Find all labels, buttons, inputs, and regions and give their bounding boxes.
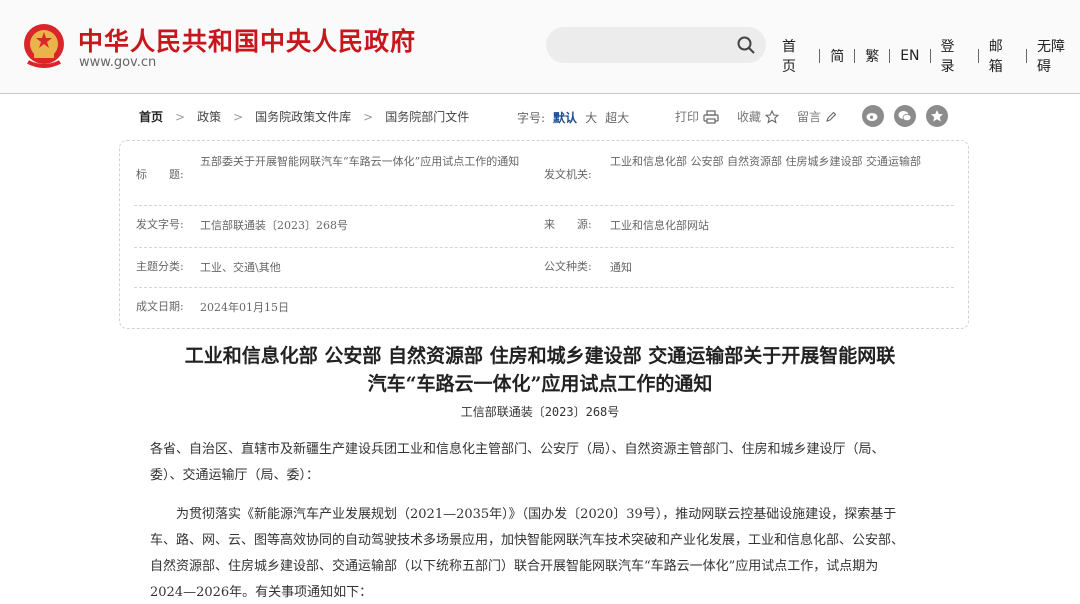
wechat-icon[interactable] bbox=[894, 105, 916, 127]
breadcrumb-policy-library[interactable]: 国务院政策文件库 bbox=[255, 108, 351, 125]
paragraph-line: 自然资源部、住房城乡建设部、交通运输部（以下统称五部门）联合开展智能网联汽车“车… bbox=[150, 559, 879, 574]
issuer-label: 发文机关: bbox=[544, 168, 592, 181]
article-title-line1: 工业和信息化部 公安部 自然资源部 住房和城乡建设部 交通运输部关于开展智能网联 bbox=[184, 345, 896, 367]
weibo-icon[interactable] bbox=[862, 105, 884, 127]
divider bbox=[929, 49, 931, 63]
category-label: 主题分类: bbox=[136, 260, 184, 273]
font-size-switcher: 字号: 默认 大 超大 bbox=[517, 109, 629, 126]
favorite-button[interactable]: 收藏 bbox=[737, 108, 780, 125]
breadcrumb-policy[interactable]: 政策 bbox=[197, 108, 221, 125]
divider bbox=[854, 49, 856, 63]
share-icons bbox=[862, 105, 948, 127]
nav-english[interactable]: EN bbox=[898, 48, 921, 64]
info-row-date: 成文日期: 2024年01月15日 bbox=[134, 288, 954, 326]
breadcrumb-home[interactable]: 首页 bbox=[139, 108, 163, 125]
nav-accessibility[interactable]: 无障碍 bbox=[1035, 36, 1080, 76]
search-input[interactable] bbox=[546, 27, 766, 63]
paragraph-line: 为贯彻落实《新能源汽车产业发展规划（2021—2035年）》（国办发〔2020〕… bbox=[150, 507, 897, 522]
info-row-category: 主题分类: 工业、交通\其他 公文种类: 通知 bbox=[134, 248, 954, 288]
category-value: 工业、交通\其他 bbox=[200, 261, 281, 274]
search-icon[interactable] bbox=[736, 35, 756, 55]
national-emblem-icon[interactable] bbox=[20, 22, 68, 70]
date-label: 成文日期: bbox=[136, 300, 184, 313]
breadcrumb-dept-docs[interactable]: 国务院部门文件 bbox=[385, 108, 469, 125]
divider bbox=[819, 49, 821, 63]
document-info-table: 标 题: 五部委关于开展智能网联汽车“车路云一体化”应用试点工作的通知 发文机关… bbox=[119, 140, 969, 329]
nav-traditional[interactable]: 繁 bbox=[863, 46, 881, 66]
article-doc-number: 工信部联通装〔2023〕268号 bbox=[460, 405, 620, 419]
article-title: 工业和信息化部 公安部 自然资源部 住房和城乡建设部 交通运输部关于开展智能网联… bbox=[100, 342, 980, 398]
divider bbox=[889, 49, 891, 63]
source-value: 工业和信息化部网站 bbox=[610, 219, 709, 232]
salutation-line: 各省、自治区、直辖市及新疆生产建设兵团工业和信息化主管部门、公安厅（局）、自然资… bbox=[150, 442, 885, 457]
salutation-line: 委）、交通运输厅（局、委）： bbox=[150, 468, 320, 483]
breadcrumb: 首页 > 政策 > 国务院政策文件库 > 国务院部门文件 bbox=[139, 108, 469, 125]
comment-label: 留言 bbox=[797, 110, 822, 124]
font-size-xlarge[interactable]: 超大 bbox=[605, 109, 629, 126]
docno-label: 发文字号: bbox=[136, 218, 184, 231]
divider bbox=[977, 49, 979, 63]
title-label: 标 题: bbox=[136, 168, 184, 181]
font-size-large[interactable]: 大 bbox=[585, 109, 597, 126]
site-url[interactable]: www.gov.cn bbox=[79, 55, 156, 70]
info-row-docno: 发文字号: 工信部联通装〔2023〕268号 来 源: 工业和信息化部网站 bbox=[134, 206, 954, 248]
site-title[interactable]: 中华人民共和国中央人民政府 bbox=[78, 22, 416, 58]
docno-value: 工信部联通装〔2023〕268号 bbox=[200, 219, 348, 232]
site-header: 中华人民共和国中央人民政府 www.gov.cn 首页 简 繁 EN 登录 邮箱… bbox=[0, 0, 1080, 94]
date-value: 2024年01月15日 bbox=[200, 301, 289, 314]
article-title-line2: 汽车“车路云一体化”应用试点工作的通知 bbox=[367, 373, 713, 395]
print-button[interactable]: 打印 bbox=[675, 108, 719, 125]
paragraph-line: 车、路、网、云、图等高效协同的自动驾驶技术多场景应用，加快智能网联汽车技术突破和… bbox=[150, 533, 905, 548]
type-label: 公文种类: bbox=[544, 260, 592, 273]
printer-icon bbox=[703, 109, 719, 124]
chevron-right-icon: > bbox=[233, 109, 244, 124]
divider bbox=[1026, 49, 1028, 63]
source-label: 来 源: bbox=[544, 218, 592, 231]
chevron-right-icon: > bbox=[175, 109, 186, 124]
paragraph-line: 2024—2026年。有关事项通知如下： bbox=[150, 585, 373, 600]
qzone-icon[interactable] bbox=[926, 105, 948, 127]
type-value: 通知 bbox=[610, 261, 632, 274]
body-paragraph: 为贯彻落实《新能源汽车产业发展规划（2021—2035年）》（国办发〔2020〕… bbox=[150, 502, 935, 604]
comment-button[interactable]: 留言 bbox=[797, 108, 837, 125]
chevron-right-icon: > bbox=[363, 109, 374, 124]
info-row-title: 标 题: 五部委关于开展智能网联汽车“车路云一体化”应用试点工作的通知 发文机关… bbox=[134, 149, 954, 206]
font-size-label: 字号: bbox=[517, 111, 546, 125]
favorite-label: 收藏 bbox=[737, 110, 762, 124]
nav-simplified[interactable]: 简 bbox=[828, 46, 846, 66]
title-value: 五部委关于开展智能网联汽车“车路云一体化”应用试点工作的通知 bbox=[200, 155, 520, 168]
nav-mail[interactable]: 邮箱 bbox=[987, 36, 1018, 76]
print-label: 打印 bbox=[675, 110, 700, 124]
star-icon bbox=[765, 109, 780, 124]
tool-bar: 打印 收藏 留言 bbox=[675, 108, 855, 125]
nav-login[interactable]: 登录 bbox=[939, 36, 970, 76]
nav-home[interactable]: 首页 bbox=[780, 36, 811, 76]
top-nav: 首页 简 繁 EN 登录 邮箱 无障碍 bbox=[780, 36, 1080, 76]
pencil-icon bbox=[826, 111, 837, 122]
salutation: 各省、自治区、直辖市及新疆生产建设兵团工业和信息化主管部门、公安厅（局）、自然资… bbox=[150, 437, 935, 489]
font-size-default[interactable]: 默认 bbox=[553, 109, 577, 126]
issuer-value: 工业和信息化部 公安部 自然资源部 住房城乡建设部 交通运输部 bbox=[610, 155, 921, 168]
